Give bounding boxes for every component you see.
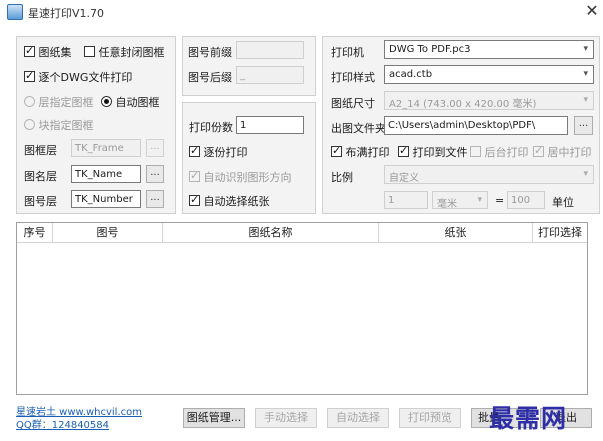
frame-layer-browse-button[interactable]: ... — [146, 139, 164, 157]
manual-select-button[interactable]: 手动选择 — [255, 408, 317, 428]
background-print-label: 后台打印 — [484, 146, 529, 159]
window-title: 星速打印V1.70 — [28, 7, 105, 20]
suffix-label: 图号后缀 — [188, 71, 232, 84]
print-style-select[interactable]: acad.ctb ▾ — [384, 65, 594, 84]
any-closed-frame-check-icon — [84, 46, 95, 57]
print-preview-button[interactable]: 打印预览 — [399, 408, 461, 428]
layer-frame-radio-icon — [24, 96, 35, 107]
auto-orient-label: 自动识别图形方向 — [203, 171, 292, 184]
chevron-down-icon: ▾ — [477, 195, 482, 205]
paper-size-label: 图纸尺寸 — [331, 97, 375, 110]
frame-layer-input[interactable]: TK_Frame — [71, 139, 141, 157]
scale-select[interactable]: 自定义 ▾ — [384, 165, 594, 184]
auto-paper-checkbox[interactable]: 自动选择纸张 — [189, 193, 270, 209]
layer-frame-radio[interactable]: 层指定图框 — [24, 94, 94, 110]
chevron-down-icon: ▾ — [583, 169, 588, 179]
collate-check-icon — [189, 144, 200, 158]
chevron-down-icon: ▾ — [583, 69, 588, 79]
collate-label: 逐份打印 — [203, 146, 248, 159]
auto-paper-check-icon — [189, 193, 200, 207]
print-style-value: acad.ctb — [389, 69, 433, 80]
unit-select[interactable]: 毫米 ▾ — [432, 191, 488, 210]
auto-select-button[interactable]: 自动选择 — [327, 408, 389, 428]
auto-frame-radio-icon — [101, 96, 112, 107]
printer-value: DWG To PDF.pc3 — [389, 44, 471, 55]
per-dwg-label: 逐个DWG文件打印 — [38, 71, 133, 84]
paper-size-value: A2_14 (743.00 x 420.00 毫米) — [389, 99, 537, 110]
scale-label: 比例 — [331, 171, 353, 184]
any-closed-frame-label: 任意封闭图框 — [98, 46, 165, 59]
print-to-file-label: 打印到文件 — [412, 146, 468, 159]
equals-sign: = — [495, 194, 505, 207]
name-layer-label: 图名层 — [24, 170, 57, 183]
printer-select[interactable]: DWG To PDF.pc3 ▾ — [384, 40, 594, 59]
frame-layer-label: 图框层 — [24, 144, 57, 157]
block-frame-radio-icon — [24, 119, 35, 130]
fill-print-checkbox[interactable]: 布满打印 — [331, 144, 390, 160]
background-print-checkbox[interactable]: 后台打印 — [470, 144, 529, 160]
prefix-input[interactable] — [236, 41, 304, 59]
center-print-label: 居中打印 — [547, 146, 592, 159]
close-icon[interactable]: ✕ — [582, 1, 602, 21]
collate-checkbox[interactable]: 逐份打印 — [189, 144, 248, 160]
copies-input[interactable]: 1 — [236, 116, 304, 134]
chevron-down-icon: ▾ — [583, 44, 588, 54]
auto-paper-label: 自动选择纸张 — [203, 195, 270, 208]
center-print-check-icon — [533, 144, 544, 158]
print-to-file-check-icon — [398, 144, 409, 158]
printer-label: 打印机 — [331, 46, 364, 59]
print-to-file-checkbox[interactable]: 打印到文件 — [398, 144, 468, 160]
app-icon — [7, 4, 23, 20]
output-folder-input[interactable]: C:\Users\admin\Desktop\PDF\ — [384, 116, 568, 135]
fill-print-check-icon — [331, 144, 342, 158]
layer-frame-label: 层指定图框 — [38, 96, 94, 109]
copies-label: 打印份数 — [189, 121, 233, 134]
per-dwg-checkbox[interactable]: 逐个DWG文件打印 — [24, 69, 132, 85]
column-header-name[interactable]: 图纸名称 — [163, 223, 379, 243]
scale-value: 自定义 — [389, 173, 419, 184]
per-dwg-check-icon — [24, 69, 35, 83]
drawing-list-header: 序号 图号 图纸名称 纸张 打印选择 — [17, 223, 587, 243]
auto-frame-label: 自动图框 — [115, 96, 160, 109]
drawing-set-check-icon — [24, 44, 35, 58]
output-folder-browse-button[interactable]: ... — [574, 116, 593, 135]
chevron-down-icon: ▾ — [583, 95, 588, 105]
any-closed-frame-checkbox[interactable]: 任意封闭图框 — [84, 44, 165, 60]
watermark-logo: 最需网 — [489, 404, 568, 433]
auto-orient-checkbox[interactable]: 自动识别图形方向 — [189, 169, 292, 185]
scale-denominator-input[interactable]: 100 — [507, 191, 545, 209]
number-layer-label: 图号层 — [24, 195, 57, 208]
unit-value: 毫米 — [437, 199, 457, 210]
center-print-checkbox[interactable]: 居中打印 — [533, 144, 592, 160]
auto-frame-radio[interactable]: 自动图框 — [101, 94, 160, 110]
unit-label: 单位 — [552, 196, 574, 209]
qq-group-link[interactable]: QQ群：124840584 — [16, 416, 109, 431]
paper-size-select[interactable]: A2_14 (743.00 x 420.00 毫米) ▾ — [384, 91, 594, 110]
background-print-check-icon — [470, 146, 481, 157]
number-layer-browse-button[interactable]: ... — [146, 190, 164, 208]
name-layer-input[interactable]: TK_Name — [71, 165, 141, 183]
drawing-set-checkbox[interactable]: 图纸集 — [24, 44, 72, 60]
column-header-paper[interactable]: 纸张 — [379, 223, 533, 243]
prefix-label: 图号前缀 — [188, 46, 232, 59]
drawing-set-label: 图纸集 — [38, 46, 72, 59]
print-style-label: 打印样式 — [331, 71, 375, 84]
block-frame-label: 块指定图框 — [38, 119, 94, 132]
block-frame-radio[interactable]: 块指定图框 — [24, 117, 94, 133]
auto-orient-check-icon — [189, 169, 200, 183]
scale-numerator-input[interactable]: 1 — [384, 191, 428, 209]
column-header-index[interactable]: 序号 — [17, 223, 53, 243]
output-folder-label: 出图文件夹 — [331, 122, 386, 135]
drawing-list[interactable]: 序号 图号 图纸名称 纸张 打印选择 — [16, 222, 588, 395]
suffix-input[interactable]: _ — [236, 66, 304, 84]
drawing-manage-button[interactable]: 图纸管理... — [183, 408, 245, 428]
fill-print-label: 布满打印 — [345, 146, 390, 159]
column-header-number[interactable]: 图号 — [53, 223, 163, 243]
column-header-print-select[interactable]: 打印选择 — [533, 223, 587, 243]
name-layer-browse-button[interactable]: ... — [146, 165, 164, 183]
number-layer-input[interactable]: TK_Number — [71, 190, 141, 208]
